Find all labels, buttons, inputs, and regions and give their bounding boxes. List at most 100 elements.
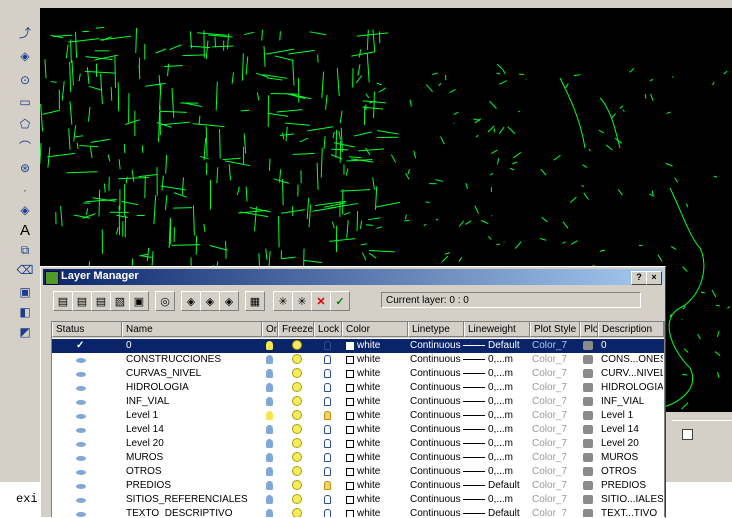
lineweight[interactable]: 0,...m [460, 451, 530, 465]
text-icon[interactable]: A [15, 220, 35, 240]
plot-style[interactable]: Color_7 [532, 367, 580, 381]
plot-icon[interactable] [583, 353, 597, 367]
plot-icon[interactable] [583, 507, 597, 517]
erase-icon[interactable]: ⌫ [15, 260, 35, 280]
lineweight[interactable]: 0,...m [460, 381, 530, 395]
table-row[interactable]: HIDROLOGIA white Continuous 0,...m Color_7 HI… [52, 381, 664, 395]
dialog-titlebar[interactable]: Layer Manager ? × [43, 269, 663, 285]
block-icon[interactable]: ◈ [15, 200, 35, 220]
linetype[interactable]: Continuous [410, 507, 464, 517]
lineweight[interactable]: 0,...m [460, 409, 530, 423]
table-row[interactable]: ✓ 0 white Continuous Default Color_7 0 [52, 339, 664, 353]
plot-style[interactable]: Color_7 [532, 395, 580, 409]
lineweight[interactable]: 0,...m [460, 493, 530, 507]
plot-icon[interactable] [583, 395, 597, 409]
save-icon[interactable]: ▣ [129, 291, 149, 311]
layer-name[interactable]: HIDROLOGIA [126, 381, 262, 395]
filter-off-icon[interactable]: ◈ [219, 291, 239, 311]
layer-color[interactable]: white [346, 465, 406, 479]
layer-name[interactable]: Level 1 [126, 409, 262, 423]
table-row[interactable]: Level 14 white Continuous 0,...m Color_7 Leve… [52, 423, 664, 437]
layer-color[interactable]: white [346, 437, 406, 451]
table-row[interactable]: TEXTO_DESCRIPTIVO white Continuous Default C… [52, 507, 664, 517]
status-icon[interactable] [76, 395, 96, 409]
lock-icon[interactable] [324, 367, 336, 381]
lock-icon[interactable] [324, 353, 336, 367]
status-icon[interactable] [76, 367, 96, 381]
freeze-sun-icon[interactable] [292, 479, 306, 493]
state-icon[interactable]: ◈ [181, 291, 201, 311]
filter-icon[interactable]: ◈ [200, 291, 220, 311]
table-row[interactable]: CONSTRUCCIONES white Continuous 0,...m Color… [52, 353, 664, 367]
lock-icon[interactable] [324, 381, 336, 395]
status-icon[interactable] [76, 423, 96, 437]
layout-icon[interactable] [682, 429, 693, 440]
layer-icon[interactable]: ◩ [15, 322, 35, 342]
lock-icon[interactable] [324, 493, 336, 507]
on-bulb-icon[interactable] [266, 493, 278, 507]
lineweight[interactable]: 0,...m [460, 437, 530, 451]
linetype[interactable]: Continuous [410, 479, 464, 493]
lineweight[interactable]: 0,...m [460, 395, 530, 409]
layer-color[interactable]: white [346, 423, 406, 437]
description[interactable]: INF_VIAL [601, 395, 663, 409]
layer-name[interactable]: PREDIOS [126, 479, 262, 493]
lineweight[interactable]: 0,...m [460, 465, 530, 479]
linetype[interactable]: Continuous [410, 437, 464, 451]
lineweight[interactable]: 0,...m [460, 423, 530, 437]
description[interactable]: CONS...ONES [601, 353, 663, 367]
table-row[interactable]: Level 20 white Continuous 0,...m Color_7 Leve… [52, 437, 664, 451]
point-icon[interactable]: · [15, 180, 35, 200]
freeze-sun-icon[interactable] [292, 437, 306, 451]
plot-icon[interactable] [583, 437, 597, 451]
description[interactable]: TEXT...TIVO [601, 507, 663, 517]
layer-properties-icon[interactable]: ▦ [245, 291, 265, 311]
circle-icon[interactable]: ⊙ [15, 70, 35, 90]
linetype[interactable]: Continuous [410, 339, 464, 353]
help-button[interactable]: ? [631, 271, 647, 285]
status-icon[interactable] [76, 493, 96, 507]
plot-style[interactable]: Color_7 [532, 381, 580, 395]
description[interactable]: PREDIOS [601, 479, 663, 493]
plot-icon[interactable] [583, 339, 597, 353]
freeze-sun-icon[interactable] [292, 409, 306, 423]
column-header[interactable]: Status [52, 322, 122, 337]
column-header[interactable]: Freeze [278, 322, 314, 337]
description[interactable]: MUROS [601, 451, 663, 465]
layer-name[interactable]: CURVAS_NIVEL [126, 367, 262, 381]
column-header[interactable]: Color [342, 322, 408, 337]
offset-icon[interactable]: ◈ [15, 46, 35, 66]
on-bulb-icon[interactable] [266, 437, 278, 451]
delete-icon[interactable]: ✕ [311, 291, 331, 311]
plot-icon[interactable] [583, 493, 597, 507]
plot-style[interactable]: Color_7 [532, 465, 580, 479]
status-icon[interactable] [76, 507, 96, 517]
plot-icon[interactable] [583, 451, 597, 465]
freeze-sun-icon[interactable] [292, 423, 306, 437]
on-bulb-icon[interactable] [266, 395, 278, 409]
layer-name[interactable]: TEXTO_DESCRIPTIVO [126, 507, 262, 517]
column-header[interactable]: Plot [580, 322, 598, 337]
linetype[interactable]: Continuous [410, 465, 464, 479]
layer-name[interactable]: Level 14 [126, 423, 262, 437]
copy-icon[interactable]: ▣ [15, 282, 35, 302]
linetype[interactable]: Continuous [410, 381, 464, 395]
find-icon[interactable]: ◎ [155, 291, 175, 311]
description[interactable]: CURV...NIVEL [601, 367, 663, 381]
layer-color[interactable]: white [346, 395, 406, 409]
linetype[interactable]: Continuous [410, 367, 464, 381]
freeze-sun-icon[interactable] [292, 493, 306, 507]
rectangle-icon[interactable]: ▭ [15, 92, 35, 112]
layer-color[interactable]: white [346, 409, 406, 423]
lock-icon[interactable] [324, 451, 336, 465]
column-header[interactable]: Description [598, 322, 664, 337]
table-row[interactable]: Level 1 white Continuous 0,...m Color_7 Level… [52, 409, 664, 423]
set-current-icon[interactable]: ✓ [330, 291, 350, 311]
on-bulb-icon[interactable] [266, 367, 278, 381]
status-icon[interactable] [76, 479, 96, 493]
description[interactable]: Level 14 [601, 423, 663, 437]
layer-color[interactable]: white [346, 353, 406, 367]
plot-style[interactable]: Color_7 [532, 493, 580, 507]
description[interactable]: HIDROLOGIA [601, 381, 663, 395]
lock-icon[interactable] [324, 409, 336, 423]
